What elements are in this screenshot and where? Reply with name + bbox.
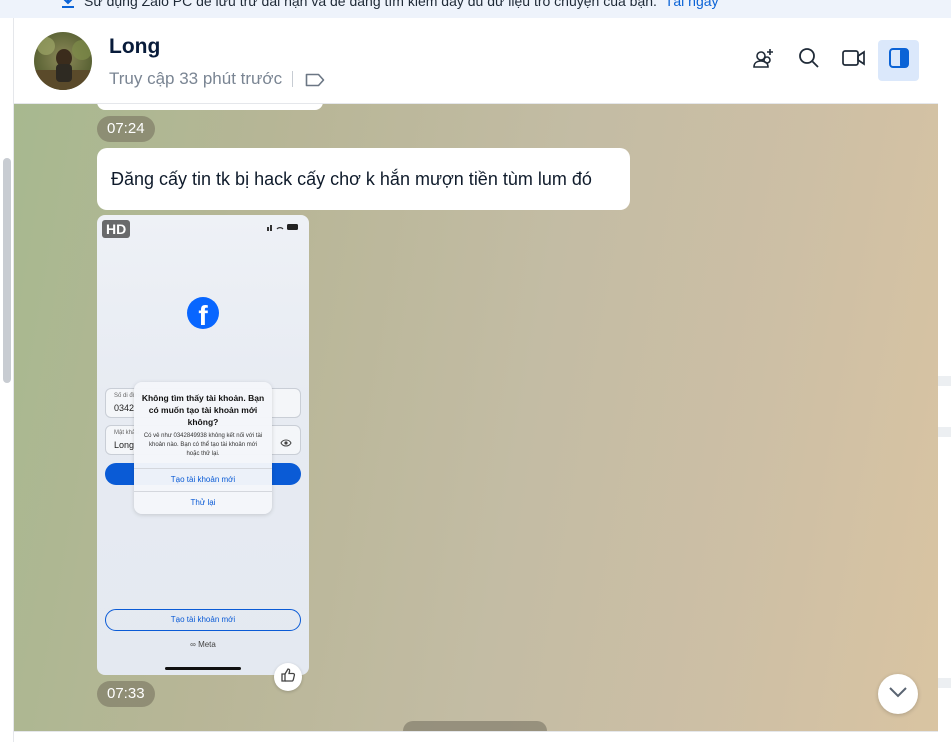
download-icon [60, 0, 76, 12]
contact-name[interactable]: Long [109, 35, 160, 59]
left-panel-edge [0, 18, 14, 742]
add-member-icon [752, 46, 776, 75]
facebook-logo-icon: f [187, 297, 219, 329]
previous-message-bubble[interactable] [97, 104, 323, 110]
search-icon [797, 46, 821, 75]
dialog-title: Không tìm thấy tài khoản. Bạn có muốn tạ… [141, 393, 265, 427]
phone-field-value: 0342 [114, 403, 135, 413]
chat-header: Long Truy cập 33 phút trước [14, 18, 938, 104]
password-field-value: Long [114, 440, 135, 450]
meta-logo: ∞ Meta [190, 640, 216, 649]
image-message[interactable]: HD f Số di động 0342 Mật khẩu Long Không… [97, 215, 309, 675]
last-seen-text: Truy cập 33 phút trước [109, 69, 283, 88]
video-call-button[interactable] [833, 40, 874, 81]
header-actions [743, 40, 919, 81]
thumbs-up-icon [280, 667, 296, 688]
react-like-button[interactable] [274, 663, 302, 691]
divider [292, 71, 294, 87]
phone-status-icons [267, 223, 301, 233]
sidebar-toggle-icon [888, 47, 910, 74]
chat-messages-area[interactable]: 07:24 Đăng cấy tin tk bị hack cấy chơ k … [14, 104, 938, 731]
account-not-found-dialog: Không tìm thấy tài khoản. Bạn có muốn tạ… [134, 382, 272, 514]
home-indicator [165, 667, 241, 670]
dialog-retry: Thử lại [134, 491, 272, 507]
dialog-description: Có vẻ như 0342849938 không kết nối với t… [143, 433, 263, 457]
message-time: 07:33 [97, 681, 155, 707]
add-member-button[interactable] [743, 40, 784, 81]
message-text: Đăng cấy tin tk bị hack cấy chơ k hắn mư… [111, 169, 592, 189]
download-banner: Sử dụng Zalo PC để lưu trữ dài hạn và dễ… [0, 0, 951, 18]
text-message-bubble[interactable]: Đăng cấy tin tk bị hack cấy chơ k hắn mư… [97, 148, 630, 210]
dialog-create-account: Tạo tài khoản mới [134, 468, 272, 484]
message-time: 07:24 [97, 116, 155, 142]
avatar[interactable] [34, 32, 92, 90]
banner-text: Sử dụng Zalo PC để lưu trữ dài hạn và dễ… [84, 0, 657, 10]
date-separator-pill [403, 721, 547, 731]
scroll-to-bottom-button[interactable] [878, 674, 918, 714]
composer-edge [14, 731, 938, 742]
create-account-outline-button: Tạo tài khoản mới [105, 609, 301, 631]
edge-mark [938, 678, 951, 688]
toggle-sidebar-button[interactable] [878, 40, 919, 81]
download-now-link[interactable]: Tải ngay [665, 0, 719, 9]
eye-icon [280, 435, 292, 447]
label-tag-icon[interactable] [305, 72, 325, 87]
chevron-down-icon [888, 685, 908, 703]
scrollbar-thumb[interactable] [3, 158, 11, 383]
right-panel-edge [938, 18, 951, 742]
video-call-icon [841, 47, 867, 74]
search-button[interactable] [788, 40, 829, 81]
hd-badge: HD [102, 220, 131, 238]
edge-mark [938, 376, 951, 386]
edge-mark [938, 427, 951, 437]
contact-status-line: Truy cập 33 phút trước [109, 69, 325, 89]
